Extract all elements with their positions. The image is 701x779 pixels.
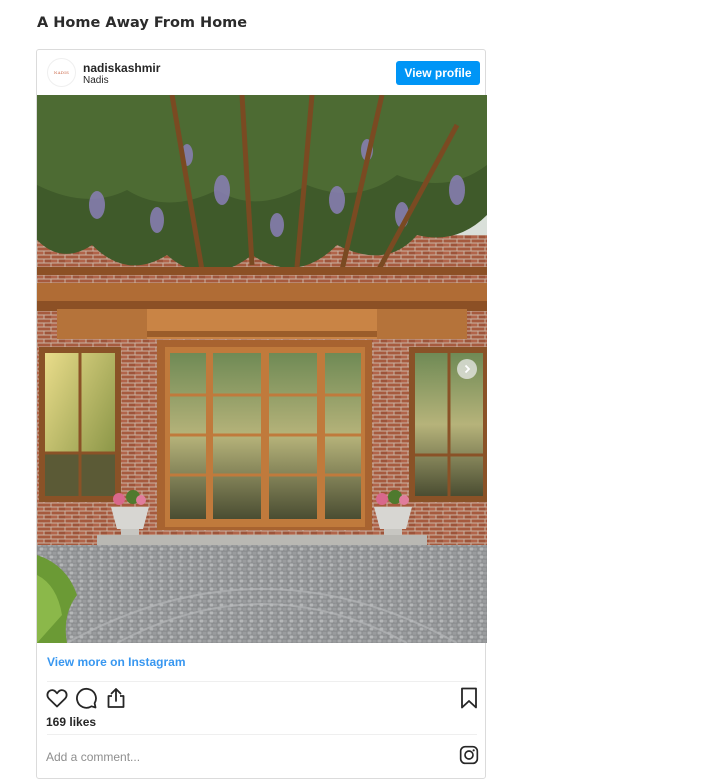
- username[interactable]: nadiskashmir: [83, 61, 160, 75]
- divider: [47, 734, 477, 735]
- comment-input[interactable]: [46, 748, 436, 766]
- photo-illustration: [37, 95, 487, 643]
- carousel-next-button[interactable]: [457, 359, 477, 379]
- post-actions: [37, 686, 487, 712]
- view-profile-button[interactable]: View profile: [396, 61, 480, 85]
- location[interactable]: Nadis: [83, 75, 109, 86]
- post-photo[interactable]: [37, 95, 487, 643]
- instagram-embed: NADIS nadiskashmir Nadis View profile Vi…: [36, 49, 487, 779]
- avatar[interactable]: NADIS: [47, 58, 76, 87]
- page-title: A Home Away From Home: [37, 15, 248, 31]
- share-icon[interactable]: [104, 686, 128, 710]
- avatar-logo-text: NADIS: [53, 70, 70, 75]
- bookmark-icon[interactable]: [457, 686, 481, 710]
- post-header: NADIS nadiskashmir Nadis View profile: [37, 50, 487, 95]
- chevron-right-icon: [464, 364, 471, 374]
- heart-icon[interactable]: [45, 686, 69, 710]
- instagram-icon[interactable]: [459, 745, 479, 765]
- view-more-link[interactable]: View more on Instagram: [47, 655, 186, 669]
- likes-count[interactable]: 169 likes: [46, 715, 96, 729]
- comment-icon[interactable]: [74, 686, 98, 710]
- divider: [47, 681, 477, 682]
